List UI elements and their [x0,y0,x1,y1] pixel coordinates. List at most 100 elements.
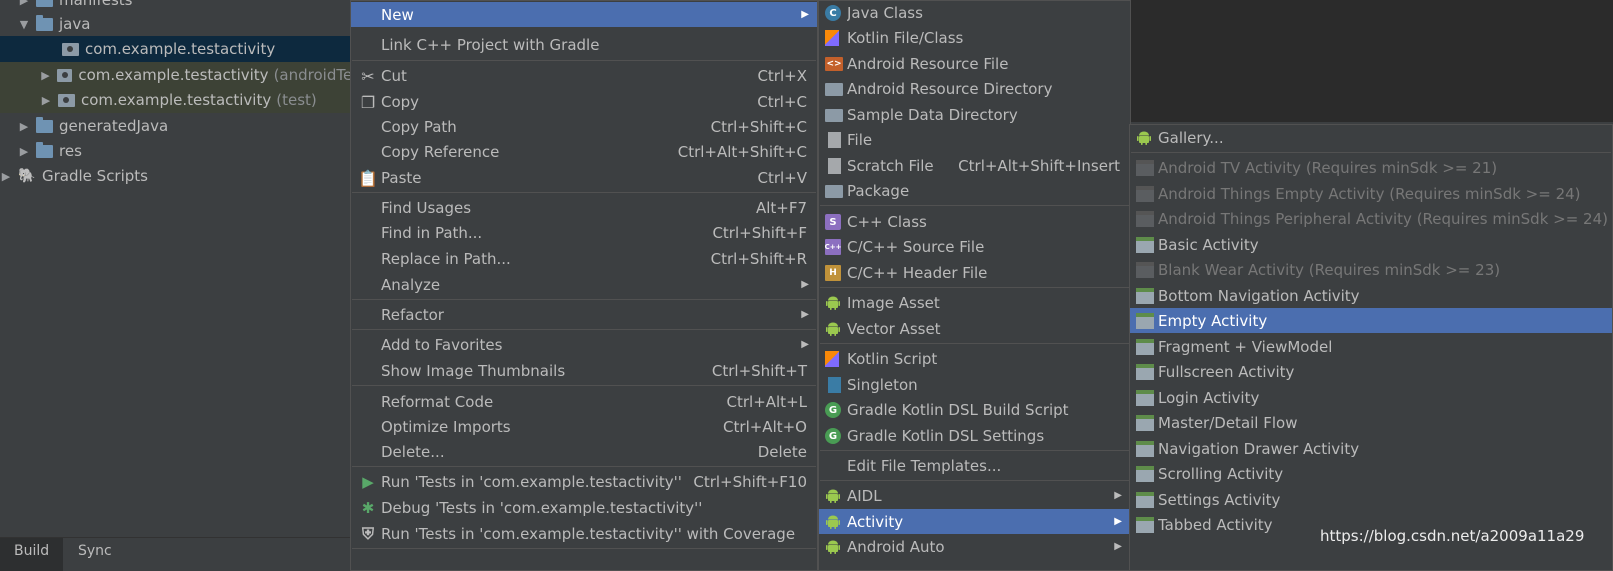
activity-settings[interactable]: Settings Activity [1130,487,1612,512]
new-scratch-file[interactable]: Scratch File Ctrl+Alt+Shift+Insert [819,153,1130,178]
kotlin-script-icon [825,351,839,367]
new-gradle-kotlin-dsl-settings[interactable]: G Gradle Kotlin DSL Settings [819,423,1130,448]
activity-login[interactable]: Login Activity [1130,385,1612,410]
menu-item-run-tests[interactable]: ▶ Run 'Tests in 'com.example.testactivit… [351,469,817,494]
run-icon: ▶ [362,473,374,491]
gradle-icon: G [825,402,841,418]
activity-navigation-drawer[interactable]: Navigation Drawer Activity [1130,436,1612,461]
watermark-url: https://blog.csdn.net/a2009a11a29 [1320,527,1585,545]
context-menu: New ▶ Link C++ Project with Gradle ✂ Cut… [350,0,818,571]
new-android-resource-file[interactable]: <> Android Resource File [819,51,1130,76]
android-icon [825,321,841,337]
menu-separator [820,450,1129,451]
copy-icon: ❐ [360,92,376,112]
activity-scrolling[interactable]: Scrolling Activity [1130,461,1612,486]
menu-item-delete[interactable]: Delete... Delete [351,439,817,464]
tree-item-gradle-scripts[interactable]: ▶ 🐘 Gradle Scripts [0,163,360,189]
menu-item-new[interactable]: New ▶ [351,2,817,27]
new-edit-file-templates[interactable]: Edit File Templates... [819,453,1130,478]
package-icon [62,42,79,56]
expand-arrow-icon[interactable]: ▶ [18,145,30,158]
new-kotlin-file[interactable]: Kotlin File/Class [819,25,1130,50]
gradle-icon: G [825,428,841,444]
tool-window-tabs: Build Sync [0,537,360,571]
new-gradle-kotlin-dsl-build-script[interactable]: G Gradle Kotlin DSL Build Script [819,397,1130,422]
menu-item-run-with-coverage[interactable]: ⛨ Run 'Tests in 'com.example.testactivit… [351,521,817,546]
gradle-elephant-icon: 🐘 [18,168,36,184]
activity-empty[interactable]: Empty Activity [1130,308,1612,333]
new-singleton[interactable]: Singleton [819,372,1130,397]
new-activity[interactable]: Activity ▶ [819,509,1130,534]
expand-arrow-icon[interactable]: ▶ [40,94,52,107]
menu-item-show-thumbnails[interactable]: Show Image Thumbnails Ctrl+Shift+T [351,358,817,383]
expand-arrow-icon[interactable]: ▶ [0,170,12,183]
new-cpp-header-file[interactable]: H C/C++ Header File [819,260,1130,285]
submenu-arrow-icon: ▶ [801,279,809,290]
menu-separator [1131,152,1611,153]
activity-bottom-navigation[interactable]: Bottom Navigation Activity [1130,283,1612,308]
new-vector-asset[interactable]: Vector Asset [819,316,1130,341]
tree-item-res[interactable]: ▶ res [0,138,360,164]
expand-arrow-icon[interactable]: ▶ [18,120,30,133]
new-aidl[interactable]: AIDL ▶ [819,483,1130,508]
menu-item-reformat-code[interactable]: Reformat Code Ctrl+Alt+L [351,389,817,414]
tree-item-package-main[interactable]: com.example.testactivity [0,36,360,62]
submenu-arrow-icon: ▶ [1114,516,1122,527]
folder-icon [36,14,53,31]
folder-icon [825,83,843,96]
new-java-class[interactable]: C Java Class [819,0,1130,25]
tree-item-java[interactable]: ▼ java [0,11,360,37]
android-icon [825,488,841,504]
new-submenu: C Java Class Kotlin File/Class <> Androi… [818,0,1131,571]
menu-item-refactor[interactable]: Refactor ▶ [351,302,817,327]
menu-item-find-usages[interactable]: Find Usages Alt+F7 [351,195,817,220]
menu-item-debug-tests[interactable]: ✱ Debug 'Tests in 'com.example.testactiv… [351,495,817,520]
activity-fragment-viewmodel[interactable]: Fragment + ViewModel [1130,334,1612,359]
new-sample-data-directory[interactable]: Sample Data Directory [819,102,1130,127]
package-icon [56,68,73,82]
expand-arrow-icon[interactable]: ▶ [40,69,51,82]
submenu-arrow-icon: ▶ [801,309,809,320]
new-cpp-class[interactable]: S C++ Class [819,209,1130,234]
menu-item-analyze[interactable]: Analyze ▶ [351,272,817,297]
menu-item-paste[interactable]: 📋 Paste Ctrl+V [351,165,817,190]
android-icon [1136,130,1152,146]
menu-item-optimize-imports[interactable]: Optimize Imports Ctrl+Alt+O [351,414,817,439]
new-image-asset[interactable]: Image Asset [819,290,1130,315]
tab-sync[interactable]: Sync [64,538,126,571]
menu-item-copy[interactable]: ❐ Copy Ctrl+C [351,89,817,114]
menu-item-copy-path[interactable]: Copy Path Ctrl+Shift+C [351,114,817,139]
menu-item-add-to-favorites[interactable]: Add to Favorites ▶ [351,332,817,357]
menu-separator [352,385,816,386]
tree-item-generatedjava[interactable]: ▶ generatedJava [0,113,360,139]
activity-template-icon [1136,466,1154,482]
activity-master-detail[interactable]: Master/Detail Flow [1130,410,1612,435]
cpp-header-file-icon: H [825,265,841,281]
scratch-file-icon [828,158,841,174]
activity-template-icon [1136,160,1154,176]
new-cpp-source-file[interactable]: C++ C/C++ Source File [819,234,1130,259]
submenu-arrow-icon: ▶ [801,9,809,20]
new-kotlin-script[interactable]: Kotlin Script [819,346,1130,371]
menu-item-link-cpp[interactable]: Link C++ Project with Gradle [351,32,817,57]
menu-item-find-in-path[interactable]: Find in Path... Ctrl+Shift+F [351,220,817,245]
activity-template-icon [1136,339,1154,355]
tab-build[interactable]: Build [0,538,64,571]
new-package[interactable]: Package [819,178,1130,203]
activity-fullscreen[interactable]: Fullscreen Activity [1130,359,1612,384]
new-file[interactable]: File [819,127,1130,152]
activity-template-icon [1136,364,1154,380]
activity-gallery[interactable]: Gallery... [1130,125,1612,150]
menu-item-copy-reference[interactable]: Copy Reference Ctrl+Alt+Shift+C [351,139,817,164]
collapse-arrow-icon[interactable]: ▼ [18,18,30,31]
menu-item-replace-in-path[interactable]: Replace in Path... Ctrl+Shift+R [351,246,817,271]
new-android-auto[interactable]: Android Auto ▶ [819,534,1130,559]
debug-bug-icon: ✱ [361,499,375,517]
tree-item-package-test[interactable]: ▶ com.example.testactivity (test) [0,87,360,113]
menu-item-cut[interactable]: ✂ Cut Ctrl+X [351,63,817,88]
activity-basic[interactable]: Basic Activity [1130,232,1612,257]
tree-item-package-androidtest[interactable]: ▶ com.example.testactivity (androidTes [0,62,360,88]
expand-arrow-icon[interactable]: ▶ [18,0,30,7]
activity-android-things-empty: Android Things Empty Activity (Requires … [1130,181,1612,206]
new-android-resource-directory[interactable]: Android Resource Directory [819,76,1130,101]
